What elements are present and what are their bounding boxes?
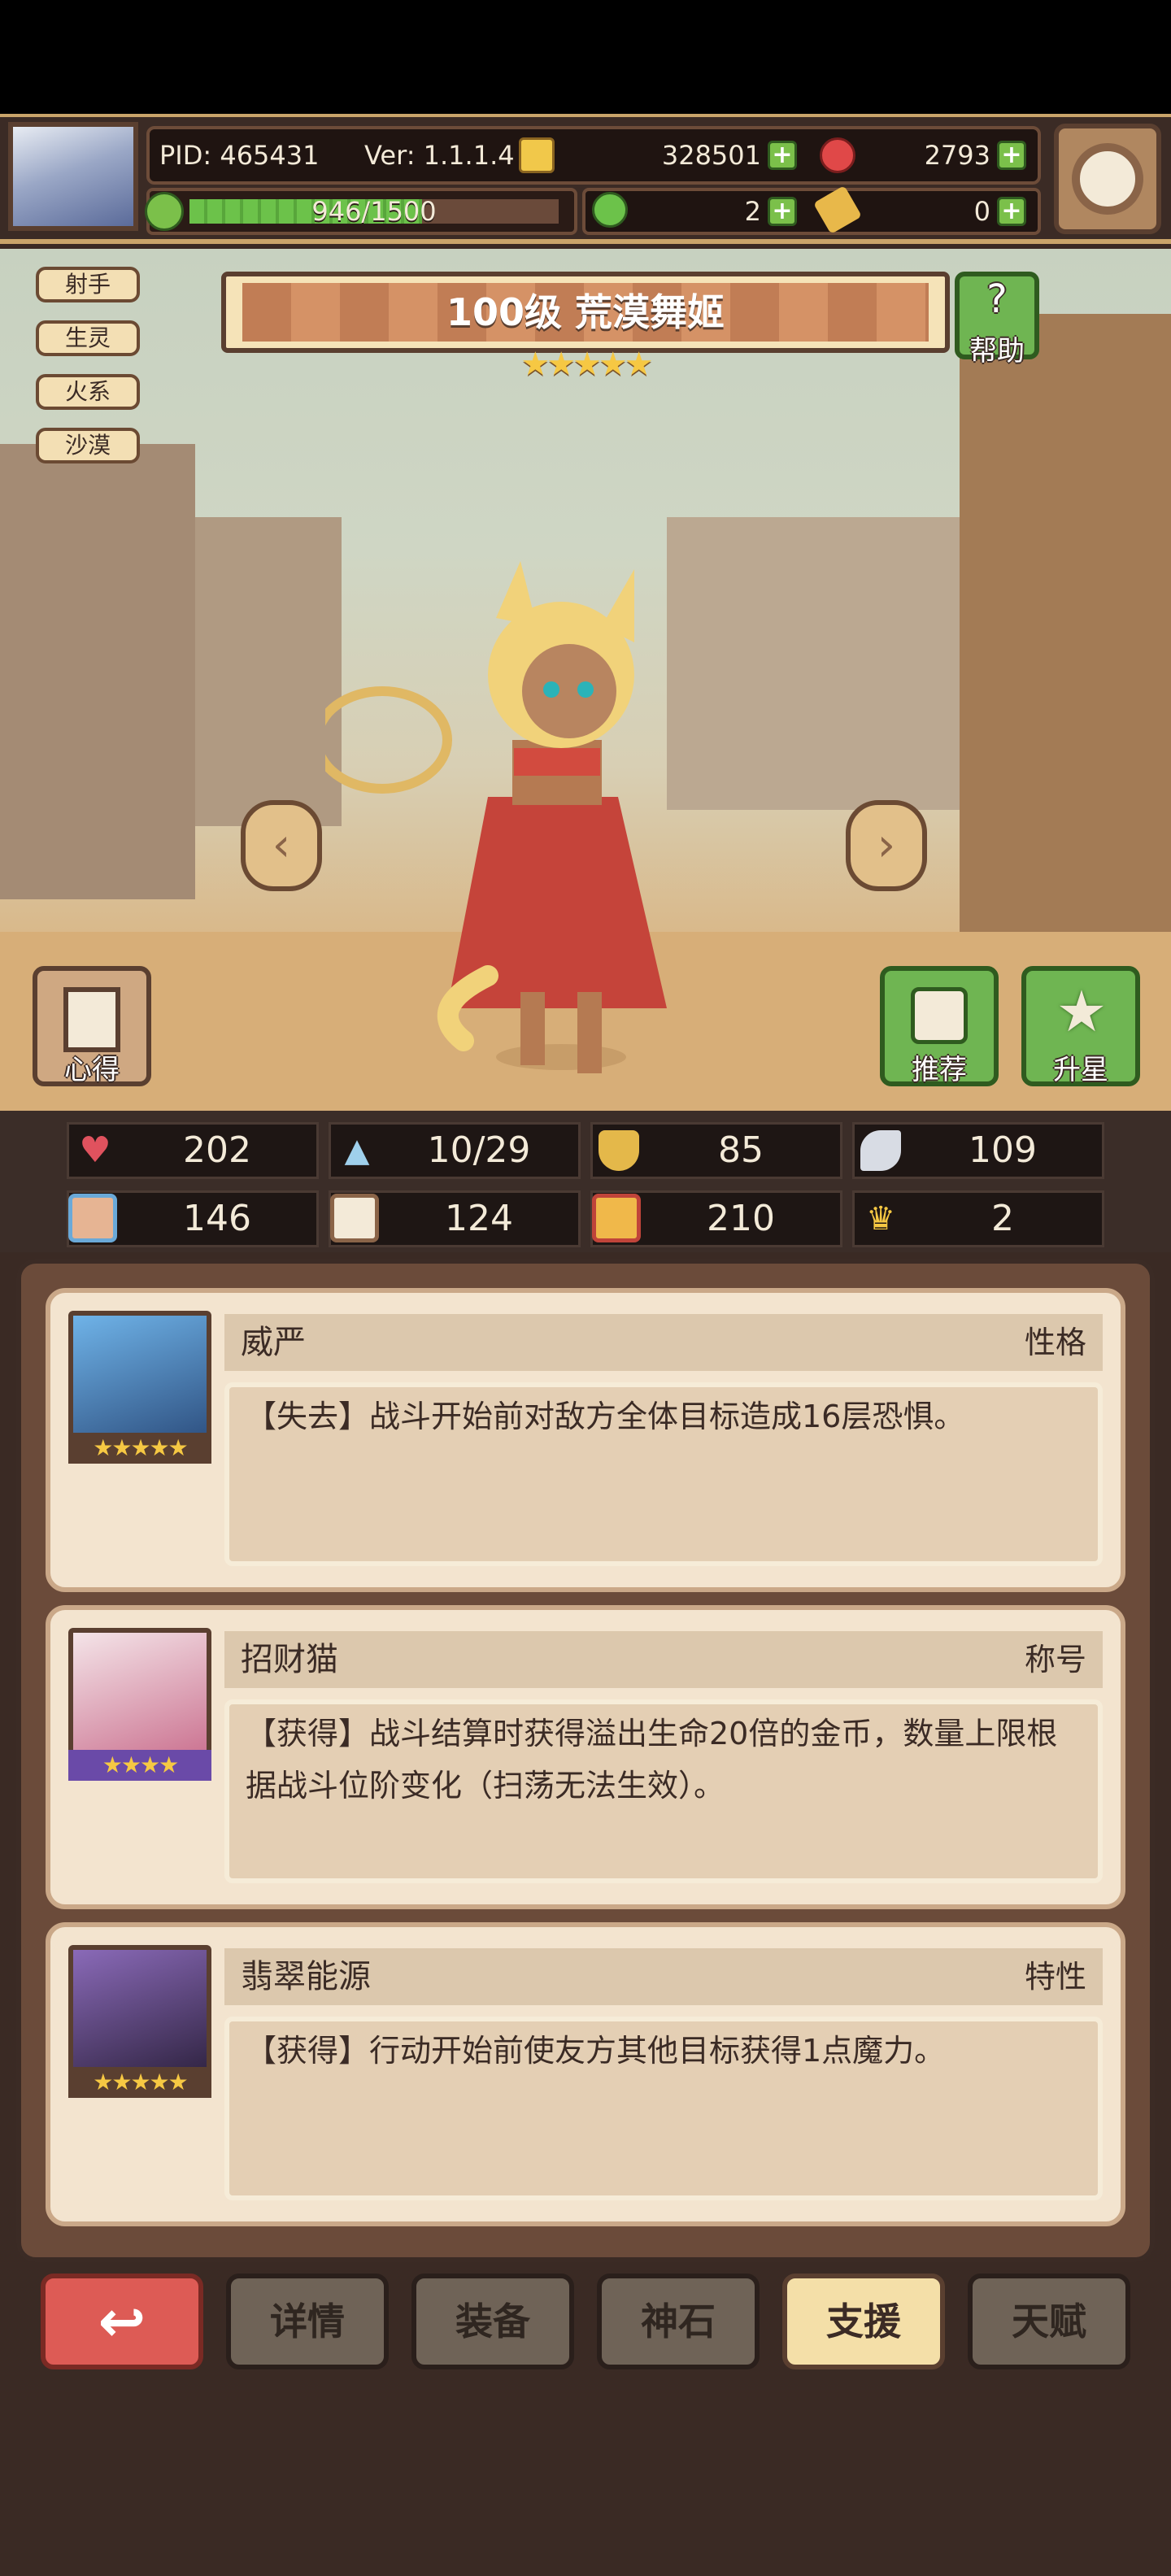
- next-character-button[interactable]: ›: [846, 800, 927, 891]
- clover-amount: 2: [744, 196, 761, 227]
- add-gold-button[interactable]: +: [768, 141, 797, 170]
- avatar-image: [13, 127, 133, 226]
- heart-icon: ♥: [79, 1129, 111, 1171]
- add-gem-button[interactable]: +: [997, 141, 1026, 170]
- question-mark-icon: ?: [986, 276, 1008, 322]
- insight-label: 心得: [64, 1054, 120, 1086]
- tag-desert[interactable]: 沙漠: [36, 428, 140, 463]
- player-avatar[interactable]: [8, 122, 138, 231]
- ring-left: [325, 686, 452, 794]
- left-eye: [543, 681, 559, 698]
- player-id: PID: 465431: [159, 140, 320, 171]
- support-header-1: 威严 性格: [224, 1314, 1103, 1371]
- wing-icon: [860, 1130, 901, 1171]
- tab-talent[interactable]: 天赋: [968, 2274, 1130, 2369]
- support-name-2: 招财猫: [241, 1641, 338, 1678]
- tab-equipment[interactable]: 装备: [411, 2274, 574, 2369]
- support-kind-2: 称号: [1024, 1642, 1086, 1677]
- crown-icon: ♛: [866, 1200, 895, 1238]
- face: [522, 644, 616, 738]
- star-icon: ★: [1056, 978, 1108, 1045]
- book-icon: [330, 1194, 379, 1242]
- gold-amount: 328501: [661, 140, 761, 171]
- support-stars-1: ★★★★★: [68, 1433, 211, 1464]
- support-name-1: 威严: [241, 1324, 306, 1361]
- energy-gem-icon: [145, 192, 184, 231]
- stat-hp-value: 202: [183, 1129, 251, 1171]
- leg-left: [520, 992, 545, 1065]
- top: [514, 748, 600, 776]
- fist-icon: [68, 1194, 117, 1242]
- character-title: 100级 荒漠舞姬: [446, 290, 725, 334]
- prev-character-button[interactable]: ‹: [241, 800, 322, 891]
- clover-icon: [592, 192, 628, 228]
- gear-icon: [1072, 143, 1143, 215]
- character-stars: ★★★★★: [520, 346, 653, 383]
- key-amount: 0: [973, 196, 990, 227]
- stat-agility-value: 210: [707, 1198, 775, 1239]
- tag-fire[interactable]: 火系: [36, 374, 140, 410]
- thumbs-up-icon: [911, 987, 968, 1044]
- support-desc-3: 【获得】行动开始前使友方其他目标获得1点魔力。: [246, 2033, 946, 2069]
- tab-support[interactable]: 支援: [782, 2274, 945, 2369]
- tag-archer[interactable]: 射手: [36, 267, 140, 302]
- left-rock-2: [195, 517, 342, 826]
- tag-creature[interactable]: 生灵: [36, 320, 140, 356]
- gem-amount: 2793: [924, 140, 990, 171]
- stat-magic-value: 124: [445, 1198, 513, 1239]
- add-key-button[interactable]: +: [997, 197, 1026, 226]
- right-cliff: [960, 314, 1171, 997]
- game-version: Ver: 1.1.1.4: [364, 140, 515, 171]
- support-header-2: 招财猫 称号: [224, 1631, 1103, 1688]
- support-kind-3: 特性: [1024, 1959, 1086, 1995]
- recommend-label: 推荐: [912, 1054, 967, 1086]
- support-desc-box-2: 【获得】战斗结算时获得溢出生命20倍的金币，数量上限根据战斗位阶变化（扫荡无法生…: [224, 1699, 1103, 1883]
- right-eye: [577, 681, 594, 698]
- gold-coin-icon: [519, 137, 555, 173]
- boot-icon: [592, 1194, 641, 1242]
- status-bar-area: [0, 0, 1171, 114]
- stat-defense-value: 85: [718, 1129, 764, 1171]
- shield-icon: [599, 1130, 639, 1171]
- support-stars-2: ★★★★: [68, 1750, 211, 1781]
- help-label: 帮助: [969, 335, 1025, 368]
- energy-value: 946/1500: [311, 196, 437, 227]
- tab-godstone[interactable]: 神石: [597, 2274, 760, 2369]
- support-kind-1: 性格: [1024, 1325, 1086, 1360]
- stat-speed-value: 109: [969, 1129, 1037, 1171]
- support-stars-3: ★★★★★: [68, 2067, 211, 2098]
- support-desc-2: 【获得】战斗结算时获得溢出生命20倍的金币，数量上限根据战斗位阶变化（扫荡无法生…: [246, 1716, 1058, 1804]
- support-desc-box-1: 【失去】战斗开始前对敌方全体目标造成16层恐惧。: [224, 1382, 1103, 1566]
- shadow: [496, 1044, 626, 1070]
- back-button[interactable]: ↩: [41, 2274, 203, 2369]
- support-desc-box-3: 【获得】行动开始前使友方其他目标获得1点魔力。: [224, 2017, 1103, 2200]
- scroll-icon: [63, 987, 120, 1052]
- star-up-label: 升星: [1053, 1054, 1108, 1086]
- left-rock: [0, 444, 195, 899]
- stat-rank-value: 2: [991, 1198, 1014, 1239]
- water-drop-icon: ▲: [344, 1132, 370, 1169]
- character-sprite: [325, 561, 667, 1073]
- support-desc-1: 【失去】战斗开始前对敌方全体目标造成16层恐惧。: [246, 1399, 965, 1434]
- left-ear: [496, 561, 537, 626]
- support-header-3: 翡翠能源 特性: [224, 1948, 1103, 2005]
- leg-right: [577, 992, 602, 1073]
- add-clover-button[interactable]: +: [768, 197, 797, 226]
- stat-mana-value: 10/29: [427, 1129, 531, 1171]
- red-gem-icon: [820, 137, 855, 173]
- tab-details[interactable]: 详情: [226, 2274, 389, 2369]
- support-name-3: 翡翠能源: [241, 1958, 371, 1995]
- stat-attack-value: 146: [183, 1198, 251, 1239]
